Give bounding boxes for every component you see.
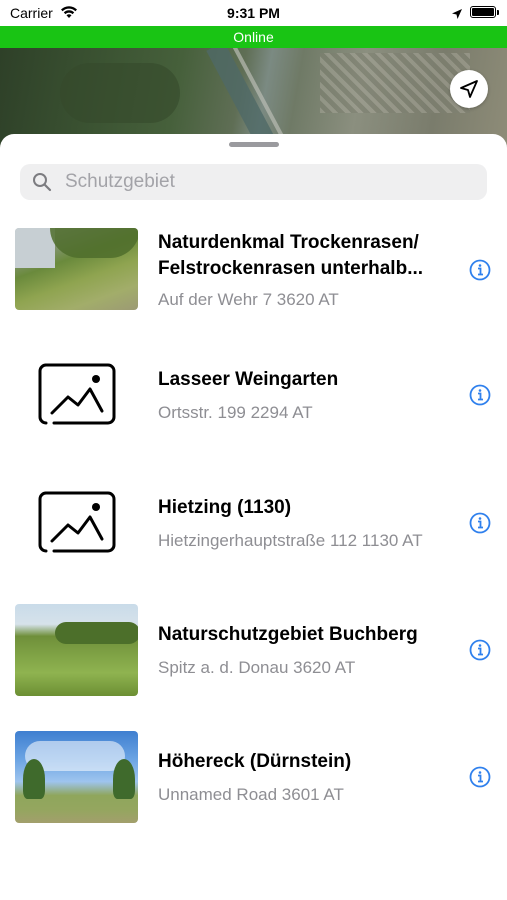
placeholder-image-icon <box>38 363 116 425</box>
map-town-area <box>320 53 470 113</box>
item-title: Lasseer Weingarten <box>158 369 339 390</box>
item-address: Unnamed Road 3601 AT <box>158 785 344 804</box>
list-item[interactable]: Lasseer Weingarten Ortsstr. 199 2294 AT <box>0 349 507 469</box>
battery-icon <box>470 6 496 18</box>
area-photo <box>15 228 138 310</box>
map-forest-area <box>60 63 180 123</box>
clock: 9:31 PM <box>227 5 280 21</box>
locate-me-button[interactable] <box>450 70 488 108</box>
search-bar[interactable] <box>20 164 487 200</box>
connection-status-banner: Online <box>0 26 507 48</box>
item-title: Naturschutzgebiet Buchberg <box>158 624 418 645</box>
area-photo <box>15 731 138 823</box>
results-sheet: Naturdenkmal Trockenrasen/ Felstrockenra… <box>0 134 507 900</box>
placeholder-image-icon <box>38 491 116 553</box>
area-photo <box>15 604 138 696</box>
sheet-grabber[interactable] <box>229 142 279 147</box>
list-item[interactable]: Höhereck (Dürnstein) Unnamed Road 3601 A… <box>0 731 507 851</box>
info-icon[interactable] <box>469 766 491 788</box>
info-icon[interactable] <box>469 384 491 406</box>
status-bar: Carrier 9:31 PM <box>0 0 507 26</box>
list-item[interactable]: Naturschutzgebiet Buchberg Spitz a. d. D… <box>0 604 507 724</box>
info-icon[interactable] <box>469 512 491 534</box>
item-title: Hietzing (1130) <box>158 497 292 518</box>
location-arrow-icon <box>460 80 478 98</box>
location-services-icon <box>451 7 463 25</box>
item-address: Ortsstr. 199 2294 AT <box>158 403 313 422</box>
search-input[interactable] <box>65 164 475 200</box>
item-title: Naturdenkmal Trockenrasen/ Felstrockenra… <box>158 232 424 279</box>
item-address: Spitz a. d. Donau 3620 AT <box>158 658 356 677</box>
item-address: Hietzingerhauptstraße 112 1130 AT <box>158 531 423 550</box>
info-icon[interactable] <box>469 639 491 661</box>
item-title: Höhereck (Dürnstein) <box>158 751 352 772</box>
list-item[interactable]: Hietzing (1130) Hietzingerhauptstraße 11… <box>0 477 507 597</box>
info-icon[interactable] <box>469 259 491 281</box>
battery-cap <box>497 10 499 15</box>
satellite-map[interactable] <box>0 48 507 148</box>
search-icon <box>33 173 52 192</box>
list-item[interactable]: Naturdenkmal Trockenrasen/ Felstrockenra… <box>0 224 507 344</box>
item-address: Auf der Wehr 7 3620 AT <box>158 290 339 309</box>
